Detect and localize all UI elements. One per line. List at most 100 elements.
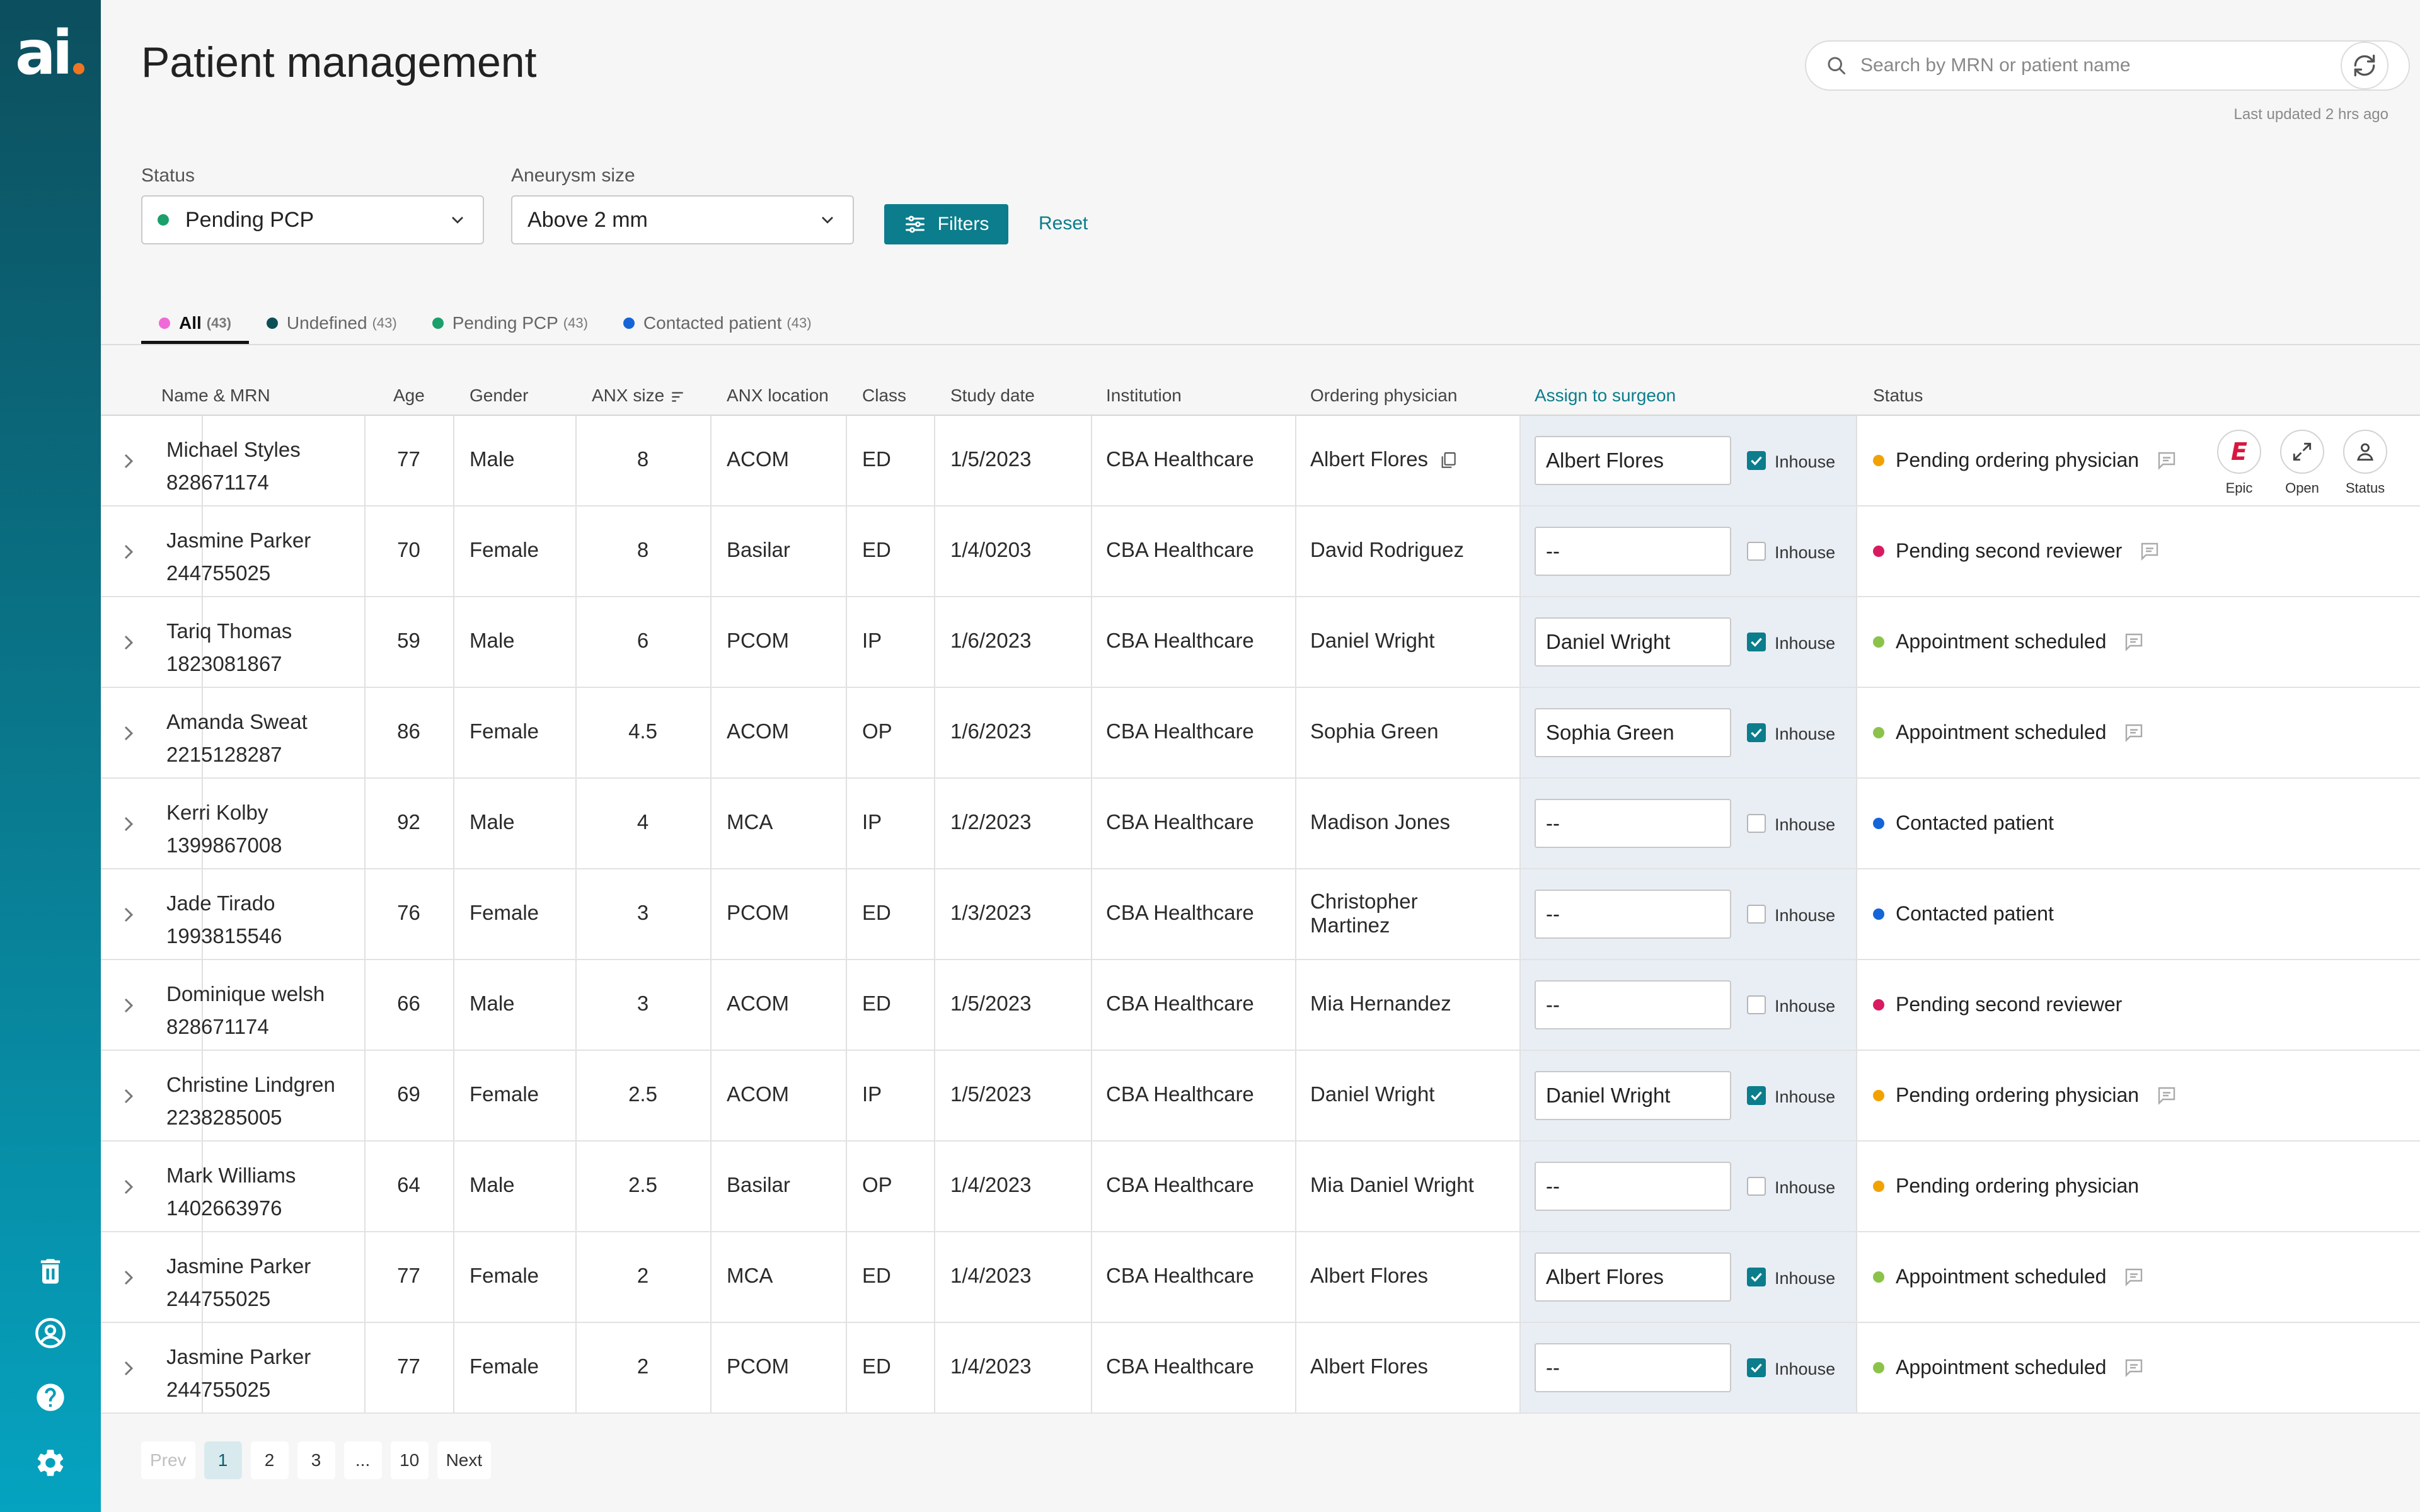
table-row[interactable]: Jasmine Parker 244755025 77 Female 2 PCOM ED 1/…	[101, 1323, 2420, 1414]
surgeon-input[interactable]	[1535, 708, 1731, 757]
patient-name-mrn[interactable]: Dominique welsh 828671174	[166, 978, 325, 1043]
epic-action[interactable]: E Epic	[2208, 430, 2271, 496]
chevron-right-icon[interactable]	[116, 1174, 141, 1200]
inhouse-checkbox[interactable]	[1747, 633, 1766, 651]
patient-name-mrn[interactable]: Michael Styles 828671174	[166, 433, 301, 499]
chevron-right-icon[interactable]	[116, 902, 141, 927]
column-header-age[interactable]: Age	[393, 386, 425, 406]
column-header-class[interactable]: Class	[862, 386, 906, 406]
inhouse-checkbox[interactable]	[1747, 995, 1766, 1014]
comment-icon[interactable]	[2123, 1266, 2145, 1288]
inhouse-checkbox[interactable]	[1747, 542, 1766, 561]
column-header-institution[interactable]: Institution	[1106, 386, 1182, 406]
chevron-right-icon[interactable]	[116, 993, 141, 1018]
table-row[interactable]: Kerri Kolby 1399867008 92 Male 4 MCA IP 1/2/202…	[101, 779, 2420, 869]
account-icon[interactable]	[33, 1315, 68, 1351]
patient-name-mrn[interactable]: Jasmine Parker 244755025	[166, 1250, 311, 1315]
patient-name-mrn[interactable]: Amanda Sweat 2215128287	[166, 706, 308, 771]
table-row[interactable]: Jade Tirado 1993815546 76 Female 3 PCOM ED 1/3/…	[101, 869, 2420, 960]
filters-button[interactable]: Filters	[884, 204, 1008, 244]
comment-icon[interactable]	[2123, 631, 2145, 653]
open-button[interactable]	[2280, 430, 2324, 474]
column-header-study-date[interactable]: Study date	[950, 386, 1035, 406]
epic-button[interactable]: E	[2217, 430, 2261, 474]
comment-icon[interactable]	[2155, 1084, 2178, 1107]
column-header-ordering-physician[interactable]: Ordering physician	[1310, 386, 1457, 406]
tab-contacted-patient[interactable]: Contacted patient (43)	[606, 302, 829, 344]
inhouse-checkbox[interactable]	[1747, 723, 1766, 742]
surgeon-input[interactable]	[1535, 1162, 1731, 1211]
inhouse-checkbox[interactable]	[1747, 1358, 1766, 1377]
column-header-gender[interactable]: Gender	[470, 386, 528, 406]
comment-icon[interactable]	[2123, 721, 2145, 744]
surgeon-input[interactable]	[1535, 890, 1731, 939]
status-button[interactable]	[2343, 430, 2387, 474]
chevron-right-icon[interactable]	[116, 539, 141, 564]
patient-name-mrn[interactable]: Christine Lindgren 2238285005	[166, 1068, 335, 1134]
inhouse-checkbox[interactable]	[1747, 1086, 1766, 1105]
inhouse-checkbox[interactable]	[1747, 451, 1766, 470]
page-button[interactable]: 10	[390, 1441, 429, 1479]
surgeon-input[interactable]	[1535, 1343, 1731, 1392]
table-row[interactable]: Michael Styles 828671174 77 Male 8 ACOM ED 1/5/…	[101, 416, 2420, 507]
column-header-status[interactable]: Status	[1873, 386, 1923, 406]
chevron-right-icon[interactable]	[116, 721, 141, 746]
tab-undefined[interactable]: Undefined (43)	[249, 302, 415, 344]
chevron-right-icon[interactable]	[116, 811, 141, 837]
page-button[interactable]: 3	[297, 1441, 335, 1479]
table-row[interactable]: Jasmine Parker 244755025 77 Female 2 MCA ED 1/4…	[101, 1232, 2420, 1323]
inhouse-checkbox[interactable]	[1747, 1268, 1766, 1286]
patient-name-mrn[interactable]: Jasmine Parker 244755025	[166, 1341, 311, 1406]
column-header-anx-location[interactable]: ANX location	[727, 386, 829, 406]
patient-name-mrn[interactable]: Tariq Thomas 1823081867	[166, 615, 292, 680]
surgeon-input[interactable]	[1535, 1252, 1731, 1302]
patient-name-mrn[interactable]: Mark Williams 1402663976	[166, 1159, 296, 1225]
trash-icon[interactable]	[33, 1254, 68, 1289]
page-button[interactable]: 1	[204, 1441, 242, 1479]
table-row[interactable]: Mark Williams 1402663976 64 Male 2.5 Basilar O…	[101, 1142, 2420, 1232]
reset-link[interactable]: Reset	[1039, 213, 1088, 234]
surgeon-input[interactable]	[1535, 980, 1731, 1029]
table-row[interactable]: Dominique welsh 828671174 66 Male 3 ACOM ED 1/5…	[101, 960, 2420, 1051]
status-action[interactable]: Status	[2334, 430, 2397, 496]
refresh-button[interactable]	[2341, 42, 2388, 89]
comment-icon[interactable]	[2123, 1356, 2145, 1379]
patient-name-mrn[interactable]: Jade Tirado 1993815546	[166, 887, 282, 953]
aneurysm-size-select[interactable]: Above 2 mm	[511, 195, 854, 244]
inhouse-checkbox[interactable]	[1747, 905, 1766, 924]
prev-page-button[interactable]: Prev	[141, 1441, 195, 1479]
app-logo[interactable]: ai	[15, 23, 86, 83]
table-row[interactable]: Christine Lindgren 2238285005 69 Female 2.5 A…	[101, 1051, 2420, 1142]
page-ellipsis[interactable]: ...	[343, 1441, 382, 1479]
column-header-anx-size[interactable]: ANX size	[592, 386, 686, 406]
surgeon-input[interactable]	[1535, 1071, 1731, 1120]
patient-name-mrn[interactable]: Jasmine Parker 244755025	[166, 524, 311, 590]
surgeon-input[interactable]	[1535, 436, 1731, 485]
chevron-right-icon[interactable]	[116, 1265, 141, 1290]
chevron-right-icon[interactable]	[116, 630, 141, 655]
sort-icon[interactable]	[669, 389, 686, 405]
table-row[interactable]: Tariq Thomas 1823081867 59 Male 6 PCOM IP 1/6/2…	[101, 597, 2420, 688]
comment-icon[interactable]	[2155, 449, 2178, 472]
chevron-right-icon[interactable]	[116, 1084, 141, 1109]
comment-icon[interactable]	[2138, 540, 2161, 563]
next-page-button[interactable]: Next	[437, 1441, 492, 1479]
settings-gear-icon[interactable]	[33, 1445, 68, 1480]
table-row[interactable]: Amanda Sweat 2215128287 86 Female 4.5 ACOM OP 1…	[101, 688, 2420, 779]
inhouse-checkbox[interactable]	[1747, 814, 1766, 833]
page-button[interactable]: 2	[250, 1441, 289, 1479]
column-header-assign-surgeon[interactable]: Assign to surgeon	[1535, 386, 1676, 406]
surgeon-input[interactable]	[1535, 617, 1731, 667]
chevron-right-icon[interactable]	[116, 449, 141, 474]
table-row[interactable]: Jasmine Parker 244755025 70 Female 8 Basilar E…	[101, 507, 2420, 597]
search-input[interactable]	[1860, 55, 2377, 76]
status-filter-select[interactable]: Pending PCP	[141, 195, 484, 244]
surgeon-input[interactable]	[1535, 799, 1731, 848]
column-header-name-mrn[interactable]: Name & MRN	[161, 386, 270, 406]
inhouse-checkbox[interactable]	[1747, 1177, 1766, 1196]
copy-icon[interactable]	[1438, 450, 1458, 471]
chevron-right-icon[interactable]	[116, 1356, 141, 1381]
search-box[interactable]	[1805, 40, 2410, 91]
surgeon-input[interactable]	[1535, 527, 1731, 576]
open-action[interactable]: Open	[2271, 430, 2334, 496]
